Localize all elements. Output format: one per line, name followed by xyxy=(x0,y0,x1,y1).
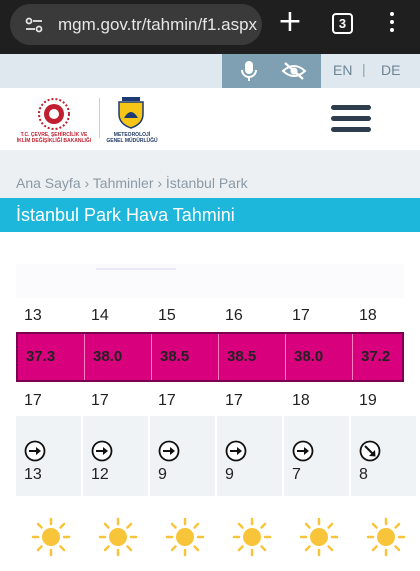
max-temp-cell: 37.3 xyxy=(26,348,56,365)
divider-line xyxy=(96,268,176,270)
language-de-link[interactable]: DE xyxy=(381,62,400,78)
hour-cell: 13 xyxy=(24,307,42,324)
min-temp-cell: 17 xyxy=(24,392,42,409)
wind-cell: 7 xyxy=(284,416,349,496)
wind-row: 13 12 9 9 7 8 xyxy=(16,416,416,496)
wind-speed: 12 xyxy=(91,466,109,483)
mgm-logo[interactable] xyxy=(116,96,146,130)
site-header: T.C. ÇEVRE, ŞEHİRCİLİK VE İKLİM DEĞİŞİKL… xyxy=(0,88,420,150)
sunny-icon xyxy=(31,517,71,557)
ministry-logo-text: T.C. ÇEVRE, ŞEHİRCİLİK VE İKLİM DEĞİŞİKL… xyxy=(16,132,92,144)
hamburger-menu-icon[interactable] xyxy=(331,105,371,135)
wind-speed: 8 xyxy=(359,466,368,483)
wind-speed: 9 xyxy=(158,466,167,483)
hour-cell: 15 xyxy=(158,307,176,324)
wind-arrow-east-icon xyxy=(292,440,314,462)
hour-cell: 18 xyxy=(359,307,377,324)
sunny-icon xyxy=(98,517,138,557)
wind-cell: 9 xyxy=(217,416,282,496)
eye-slash-icon xyxy=(281,62,307,80)
max-temp-cell: 37.2 xyxy=(361,348,391,365)
address-bar[interactable]: mgm.gov.tr/tahmin/f1.aspx xyxy=(10,4,262,45)
min-temp-cell: 18 xyxy=(292,392,310,409)
contrast-button[interactable] xyxy=(266,54,321,88)
language-en-link[interactable]: EN xyxy=(333,62,352,78)
hour-cell: 17 xyxy=(292,307,310,324)
min-temp-row: 17 17 17 17 18 19 xyxy=(16,392,404,414)
max-temp-cell: 38.0 xyxy=(93,348,123,365)
wind-speed: 13 xyxy=(24,466,42,483)
sunny-icon xyxy=(299,517,339,557)
max-temp-cell: 38.5 xyxy=(227,348,257,365)
max-temp-cell: 38.5 xyxy=(160,348,190,365)
wind-arrow-east-icon xyxy=(225,440,247,462)
wind-speed: 9 xyxy=(225,466,234,483)
wind-cell: 13 xyxy=(16,416,81,496)
min-temp-cell: 19 xyxy=(359,392,377,409)
microphone-icon xyxy=(241,61,257,81)
page-title: İstanbul Park Hava Tahmini xyxy=(16,205,235,225)
wind-arrow-south-east-icon xyxy=(359,440,381,462)
max-temp-row: 37.3 38.0 38.5 38.5 38.0 37.2 xyxy=(16,332,404,382)
browser-toolbar: mgm.gov.tr/tahmin/f1.aspx + 3 xyxy=(0,0,420,54)
mgm-logo-text: METEOROLOJİ GENEL MÜDÜRLÜĞÜ xyxy=(106,132,158,144)
wind-arrow-east-icon xyxy=(91,440,113,462)
site-settings-icon[interactable] xyxy=(24,15,44,35)
wind-speed: 7 xyxy=(292,466,301,483)
hours-row: 13 14 15 16 17 18 xyxy=(16,307,404,329)
tab-switcher-button[interactable]: 3 xyxy=(332,13,353,34)
wind-cell: 9 xyxy=(150,416,215,496)
min-temp-cell: 17 xyxy=(91,392,109,409)
language-separator: | xyxy=(362,61,366,77)
new-tab-icon[interactable]: + xyxy=(276,7,304,37)
wind-cell: 12 xyxy=(83,416,148,496)
hour-cell: 16 xyxy=(225,307,243,324)
sunny-icon xyxy=(232,517,272,557)
hour-cell: 14 xyxy=(91,307,109,324)
wind-arrow-east-icon xyxy=(24,440,46,462)
forecast-header-row xyxy=(16,264,404,298)
min-temp-cell: 17 xyxy=(225,392,243,409)
wind-arrow-east-icon xyxy=(158,440,180,462)
min-temp-cell: 17 xyxy=(158,392,176,409)
breadcrumb[interactable]: Ana Sayfa › Tahminler › İstanbul Park xyxy=(16,175,248,191)
more-menu-icon[interactable] xyxy=(387,12,397,36)
logo-divider xyxy=(99,98,100,138)
sunny-icon xyxy=(165,517,205,557)
url-text[interactable]: mgm.gov.tr/tahmin/f1.aspx xyxy=(58,15,257,35)
accessibility-bar: EN | DE xyxy=(0,54,420,88)
sunny-icon xyxy=(366,517,406,557)
max-temp-cell: 38.0 xyxy=(294,348,324,365)
wind-cell: 8 xyxy=(351,416,416,496)
